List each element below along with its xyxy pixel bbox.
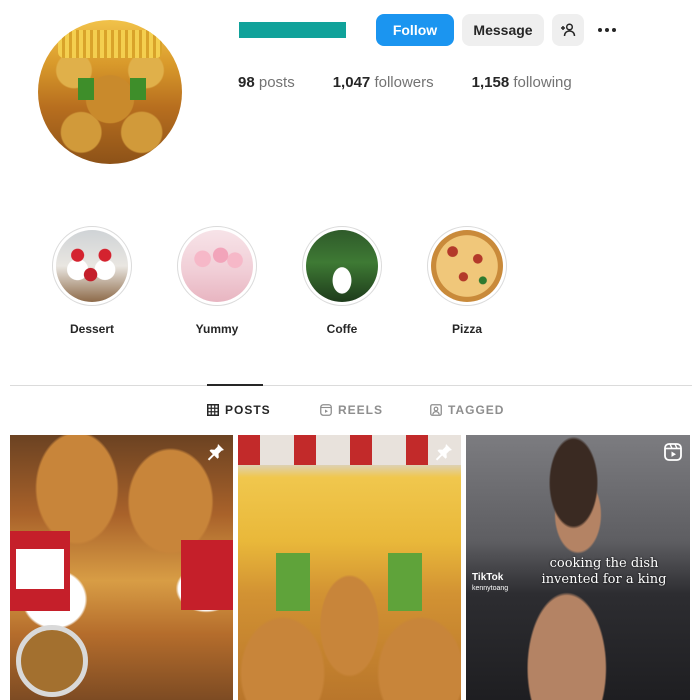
post-image-detail [10,531,70,611]
highlight-ring [427,226,507,306]
post-tile[interactable]: cooking the dish invented for a king Tik… [466,435,690,700]
highlight-ring [302,226,382,306]
highlight-ring [52,226,132,306]
more-options-icon [598,28,616,32]
follow-button[interactable]: Follow [376,14,454,46]
following-count: 1,158 [471,74,510,91]
post-image-detail [181,540,233,610]
highlight-coffe[interactable]: Coffe [302,226,382,336]
more-options-button[interactable] [592,14,622,46]
profile-stats: 98 posts 1,047 followers 1,158 following [238,74,610,91]
grid-icon [207,404,219,416]
highlight-label: Coffe [326,322,358,336]
reels-icon [320,404,332,416]
tab-posts[interactable]: POSTS [207,403,271,417]
profile-avatar[interactable] [38,20,182,164]
story-highlights: Dessert Yummy Coffe Pizza [50,226,530,336]
post-tile[interactable] [238,435,461,700]
tagged-icon [430,404,442,416]
followers-label: followers [374,74,434,91]
posts-grid: cooking the dish invented for a king Tik… [10,435,690,700]
following-stat[interactable]: 1,158 following [472,74,572,91]
username-redacted [239,22,346,38]
post-image-detail [16,625,88,697]
avatar-box-right [130,78,146,100]
post-image-detail [276,553,310,611]
profile-tabs: POSTS REELS TAGGED [0,403,700,419]
post-image-detail [388,553,422,611]
pin-icon [207,444,224,461]
suggest-users-button[interactable] [552,14,584,46]
tabs-divider [10,385,692,386]
highlight-cover [181,230,253,302]
reel-caption: cooking the dish invented for a king [541,556,667,587]
followers-stat[interactable]: 1,047 followers [333,74,434,91]
tab-reels[interactable]: REELS [320,403,383,417]
posts-count: 98 [238,74,255,91]
posts-stat: 98 posts [238,74,295,91]
post-tile[interactable] [10,435,233,700]
highlight-ring [177,226,257,306]
reel-icon [664,443,682,461]
highlight-cover [56,230,128,302]
tab-posts-label: POSTS [225,403,271,417]
highlight-cover [306,230,378,302]
highlight-yummy[interactable]: Yummy [177,226,257,336]
following-label: following [513,74,572,91]
tiktok-watermark: TikTok kennytoang [472,572,508,594]
active-tab-indicator [207,384,263,386]
highlight-label: Yummy [195,322,239,336]
message-button[interactable]: Message [462,14,544,46]
posts-label: posts [258,74,295,91]
avatar-fries [58,30,162,58]
avatar-box-left [78,78,94,100]
tab-reels-label: REELS [338,403,384,417]
highlight-cover [431,230,503,302]
tab-tagged-label: TAGGED [448,403,505,417]
highlight-label: Dessert [69,322,115,336]
pin-icon [435,444,452,461]
tiktok-logo-text: TikTok [472,572,504,583]
followers-count: 1,047 [332,74,371,91]
highlight-label: Pizza [451,322,482,336]
tiktok-handle: kennytoang [472,585,509,592]
tab-tagged[interactable]: TAGGED [430,403,504,417]
post-image-detail [238,435,461,465]
highlight-pizza[interactable]: Pizza [427,226,507,336]
highlight-dessert[interactable]: Dessert [52,226,132,336]
add-user-icon [561,23,576,37]
